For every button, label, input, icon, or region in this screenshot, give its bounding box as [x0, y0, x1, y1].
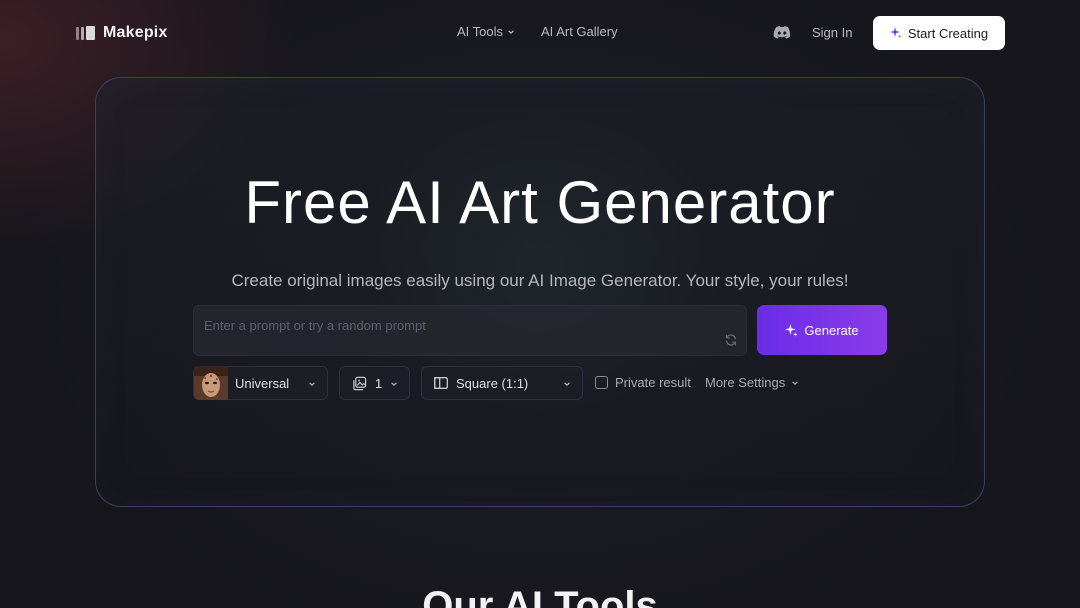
sparkle-icon: [785, 323, 798, 336]
more-settings-toggle[interactable]: More Settings: [705, 375, 799, 390]
brand-name: Makepix: [103, 24, 168, 41]
nav-item-ai-art-gallery[interactable]: AI Art Gallery: [541, 24, 618, 39]
chevron-down-icon: [508, 29, 514, 34]
sign-in-link[interactable]: Sign In: [812, 25, 852, 40]
model-select[interactable]: Universal: [193, 366, 328, 400]
chevron-down-icon: [309, 382, 315, 387]
generate-button[interactable]: Generate: [757, 305, 887, 355]
image-count-value: 1: [375, 375, 383, 391]
hero-subtitle: Create original images easily using our …: [231, 271, 849, 290]
private-result-toggle[interactable]: Private result: [595, 375, 691, 390]
chevron-down-icon: [792, 380, 799, 385]
aspect-ratio-label: Square (1:1): [456, 375, 529, 391]
aspect-ratio-select[interactable]: Square (1:1): [421, 366, 583, 400]
brand-logo[interactable]: Makepix: [76, 22, 168, 44]
page-title: Free AI Art Generator: [244, 169, 836, 236]
chevron-down-icon: [391, 382, 397, 387]
random-prompt-icon[interactable]: [724, 333, 738, 347]
nav-item-label: AI Art Gallery: [541, 24, 618, 39]
more-settings-label: More Settings: [705, 375, 786, 390]
start-creating-label: Start Creating: [907, 25, 989, 41]
sparkle-icon: [889, 27, 902, 39]
hero-card: [95, 77, 985, 507]
prompt-field[interactable]: [193, 305, 747, 356]
top-navbar: Makepix AI Tools AI Art Gallery Sign In …: [0, 0, 1080, 66]
discord-icon[interactable]: [773, 25, 791, 39]
nav-item-label: AI Tools: [457, 24, 504, 39]
private-result-checkbox[interactable]: [595, 376, 608, 389]
images-icon: [353, 376, 367, 390]
start-creating-button[interactable]: Start Creating: [873, 16, 1005, 50]
nav-item-ai-tools[interactable]: AI Tools: [457, 24, 515, 39]
tools-section-title: Our AI Tools: [422, 584, 658, 608]
makepix-logo-icon: [76, 26, 95, 40]
main-nav: AI Tools AI Art Gallery: [457, 24, 618, 39]
image-count-select[interactable]: 1: [339, 366, 410, 400]
chevron-down-icon: [564, 382, 570, 387]
aspect-ratio-icon: [434, 377, 448, 389]
model-thumbnail: [194, 366, 228, 400]
generate-label: Generate: [804, 322, 859, 338]
private-result-label: Private result: [615, 375, 691, 390]
model-label: Universal: [235, 375, 290, 391]
prompt-input[interactable]: [204, 315, 704, 335]
